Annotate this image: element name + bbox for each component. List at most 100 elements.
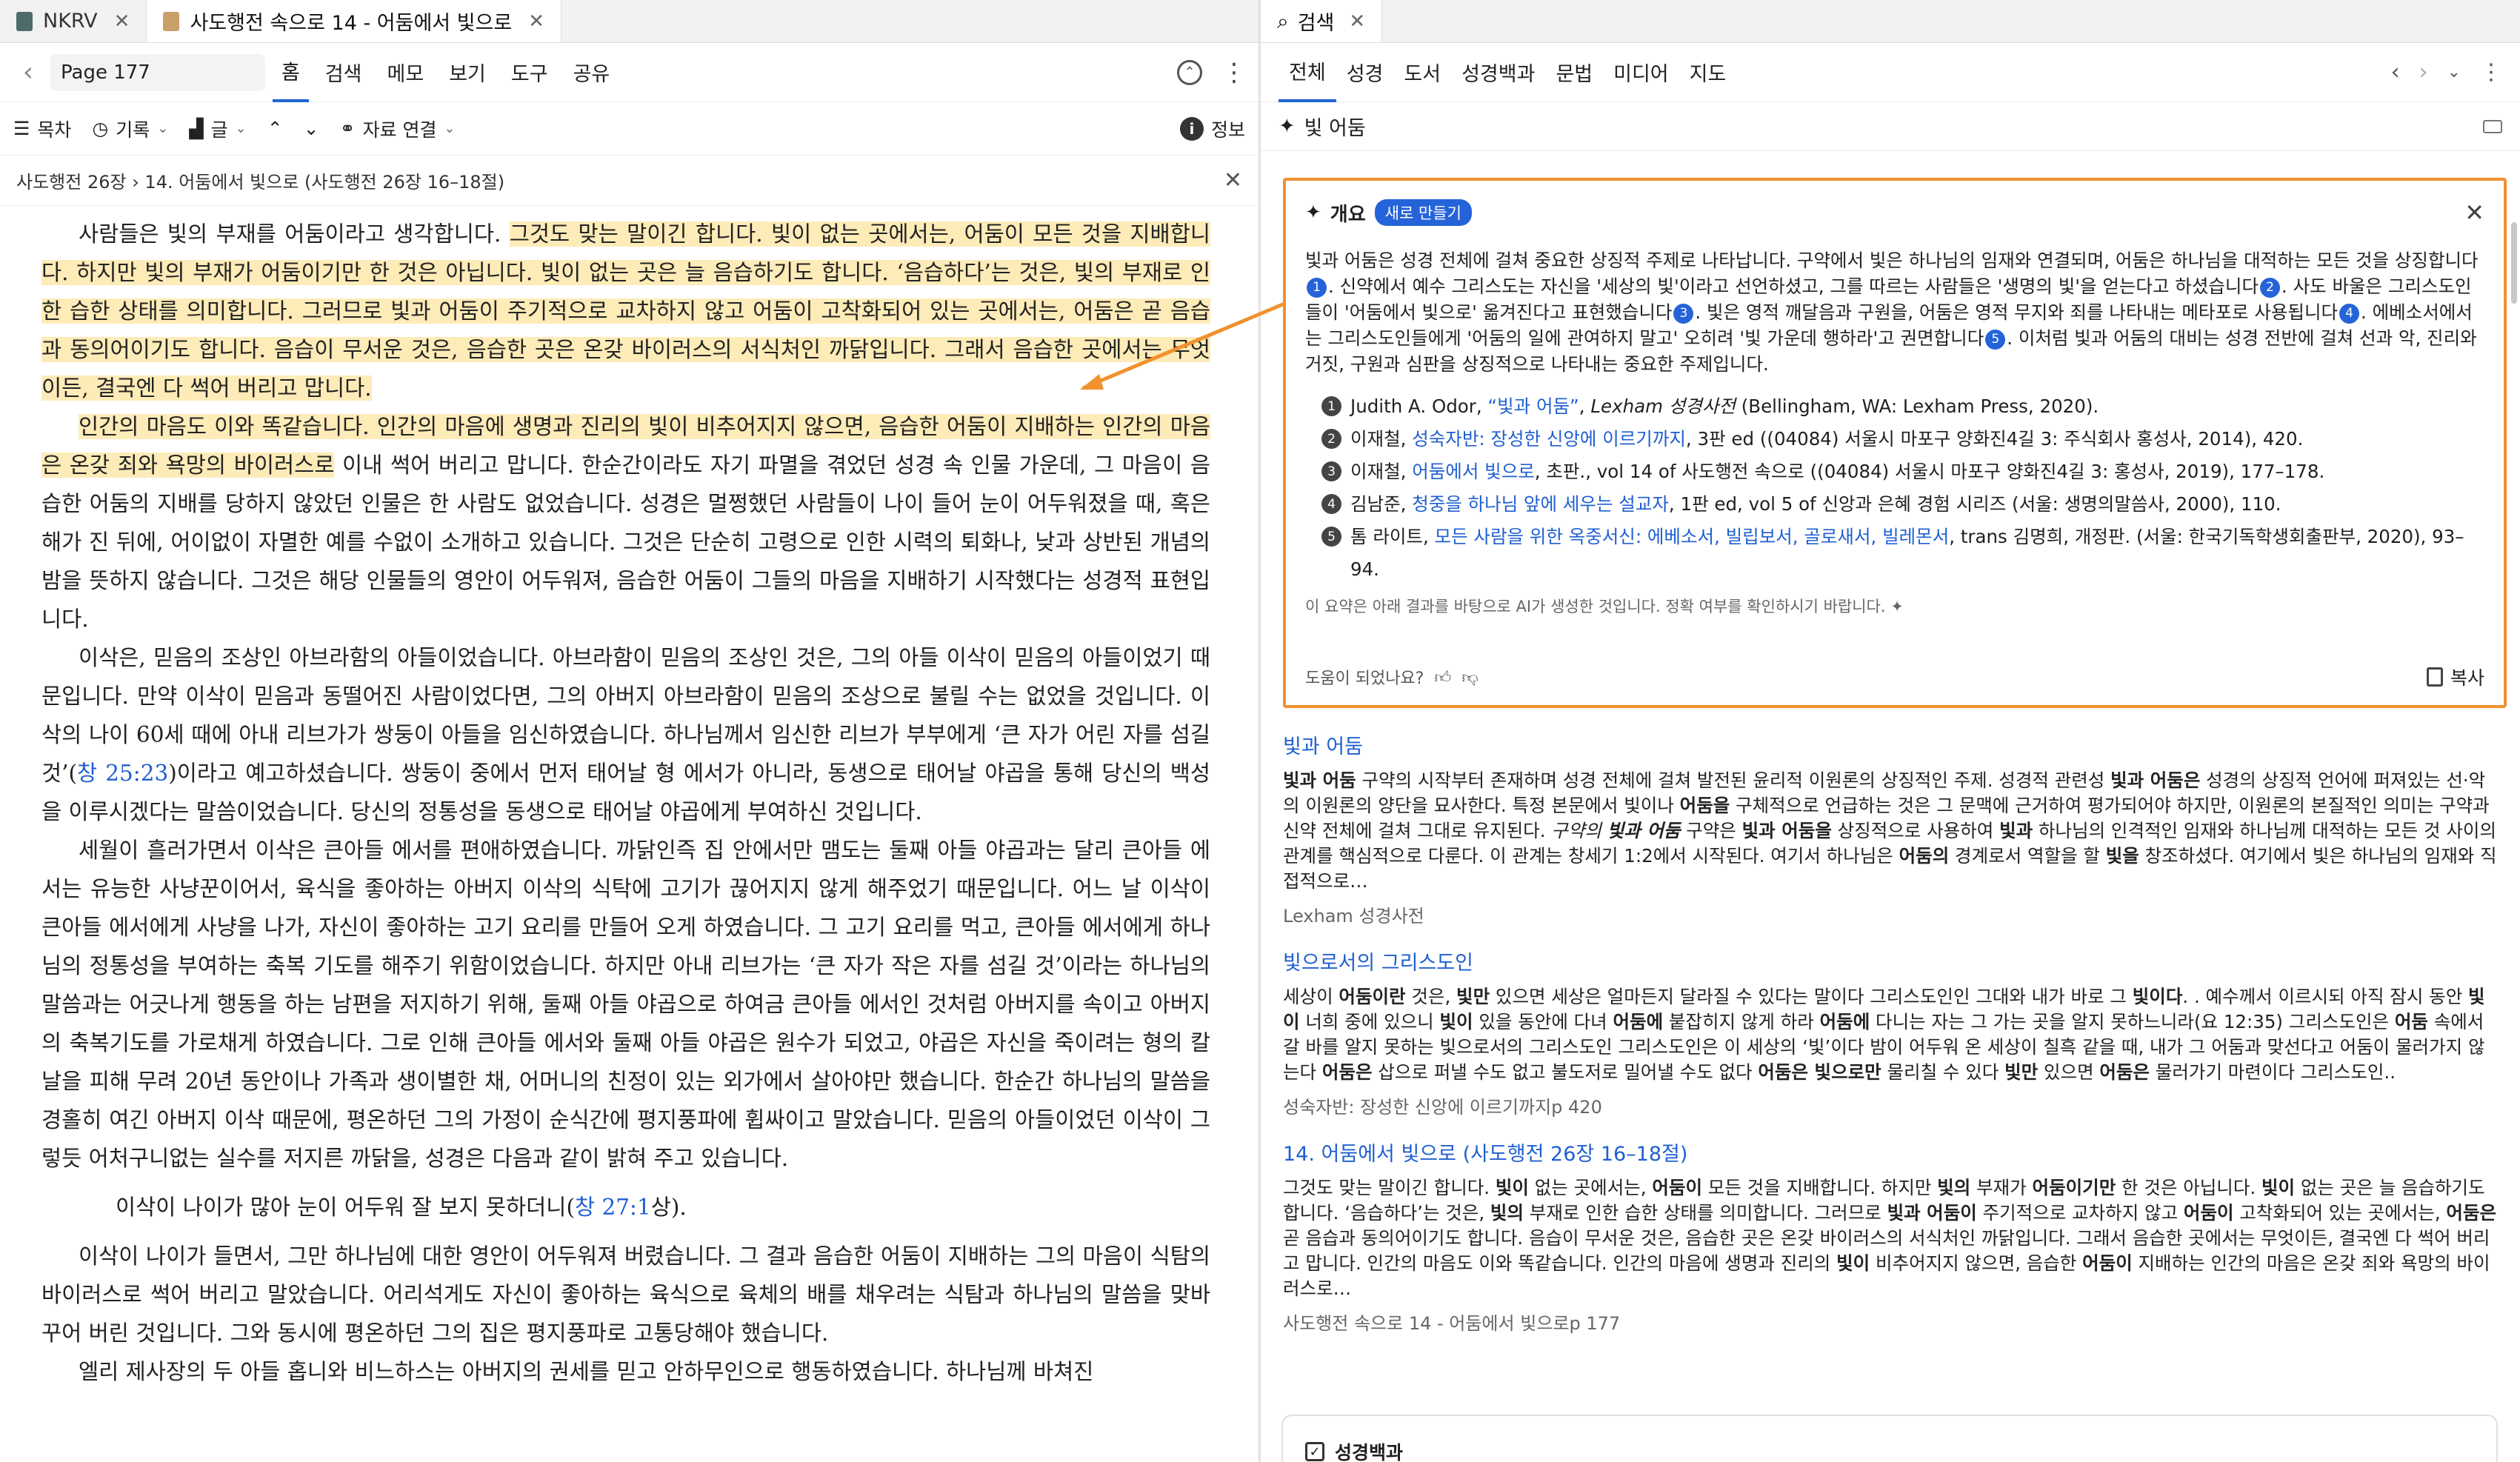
close-icon[interactable]: ✕ <box>114 10 130 33</box>
keyboard-icon[interactable] <box>2483 119 2502 133</box>
reference-link[interactable]: 성숙자반: 장성한 신앙에 이르기까지 <box>1412 428 1686 450</box>
result-title[interactable]: 빛과 어둠 <box>1283 730 2498 759</box>
copy-button[interactable]: 복사 <box>2426 664 2484 690</box>
encyclopedia-section[interactable]: ✓ 성경백과 <box>1281 1415 2498 1462</box>
footnote-marker[interactable]: 5 <box>1985 329 2006 350</box>
scripture-quote: 이삭이 나이가 많아 눈이 어두워 잘 보지 못하더니(창 27:1상). <box>41 1188 1210 1226</box>
more-options-icon[interactable]: ⋮ <box>2480 59 2502 85</box>
reference-item: 1 Judith A. Odor, “빛과 어둠”, Lexham 성경사전 (B… <box>1320 390 2484 423</box>
paragraph: 이삭은, 믿음의 조상인 아브라함의 아들이었습니다. 아브라함이 믿음의 조상… <box>41 638 1210 831</box>
prev-up-button[interactable]: ⌃ <box>267 118 283 139</box>
close-icon[interactable]: ✕ <box>1224 167 1242 193</box>
back-arrow-icon[interactable]: ‹ <box>2391 59 2400 85</box>
regenerate-button[interactable]: 새로 만들기 <box>1374 199 1472 226</box>
reference-text: 이재철, 성숙자반: 장성한 신앙에 이르기까지, 3판 ed ((04084)… <box>1350 428 2304 450</box>
menu-view[interactable]: 보기 <box>440 43 495 102</box>
page-input[interactable]: Page 177 <box>50 53 265 91</box>
menu-home[interactable]: 홈 <box>273 43 309 102</box>
thumbs-up-icon[interactable]: 👍︎ <box>1434 667 1451 687</box>
highlighted-text[interactable]: 그것도 맞는 말이긴 합니다. 빛이 없는 곳에서는, 어둠이 모든 것을 지배… <box>41 221 1210 401</box>
footnote-marker[interactable]: 3 <box>1673 303 1694 324</box>
tab-book[interactable]: 사도행전 속으로 14 - 어둠에서 빛으로 ✕ <box>147 0 562 42</box>
paragraph: 엘리 제사장의 두 아들 홉니와 비느하스는 아버지의 권세를 믿고 안하무인으… <box>79 1359 1094 1384</box>
close-icon[interactable]: ✕ <box>528 10 544 33</box>
search-results: 빛과 어둠빛과 어둠 구약의 시작부터 존재하며 성경 전체에 걸쳐 발전된 윤… <box>1283 730 2498 1354</box>
reader-pane: NKRV ✕ 사도행전 속으로 14 - 어둠에서 빛으로 ✕ ‹ Page 1… <box>0 0 1259 1462</box>
text-label: 글 <box>210 119 228 141</box>
summary-text: 빛과 어둠은 성경 전체에 걸쳐 중요한 상징적 주제로 나타납니다. 구약에서… <box>1305 247 2484 377</box>
scripture-link[interactable]: 창 25:23 <box>77 761 168 786</box>
next-down-button[interactable]: ⌄ <box>304 118 319 139</box>
scrollbar[interactable] <box>2511 222 2517 304</box>
tab-grammar[interactable]: 문법 <box>1545 43 1603 102</box>
reference-item: 4 김남준, 청중을 하나님 앞에 세우는 설교자, 1판 ed, vol 5 o… <box>1320 488 2484 521</box>
summary-sentence: . 빛은 영적 깨달음과 구원을, 어둠은 영적 무지와 죄를 나타내는 메타포… <box>1695 301 2339 323</box>
reference-link[interactable]: 청중을 하나님 앞에 세우는 설교자 <box>1412 493 1669 515</box>
checkbox-icon[interactable]: ✓ <box>1305 1442 1324 1461</box>
text-button[interactable]: ▟ 글 ⌄ <box>189 116 246 142</box>
info-icon: i <box>1179 116 1204 141</box>
menu-search[interactable]: 검색 <box>316 43 371 102</box>
left-tab-bar: NKRV ✕ 사도행전 속으로 14 - 어둠에서 빛으로 ✕ <box>0 0 1259 43</box>
resource-link-button[interactable]: ⚭ 자료 연결 ⌄ <box>340 116 456 142</box>
tab-maps[interactable]: 지도 <box>1679 43 1737 102</box>
tab-label: NKRV <box>43 10 98 33</box>
reference-link[interactable]: 어둠에서 빛으로 <box>1412 461 1535 482</box>
ai-note-text: 이 요약은 아래 결과를 바탕으로 AI가 생성한 것입니다. 정확 여부를 확… <box>1305 598 1886 615</box>
close-icon[interactable]: ✕ <box>1349 10 1365 33</box>
tab-search[interactable]: ⌕ 검색 ✕ <box>1261 0 1383 42</box>
result-title[interactable]: 빛으로서의 그리스도인 <box>1283 947 2498 975</box>
copy-label: 복사 <box>2450 667 2484 689</box>
scrollbar[interactable] <box>1250 215 1254 1444</box>
thumbs-down-icon[interactable]: 👎︎ <box>1461 667 1478 687</box>
menu-share[interactable]: 공유 <box>564 43 619 102</box>
search-result: 빛과 어둠빛과 어둠 구약의 시작부터 존재하며 성경 전체에 걸쳐 발전된 윤… <box>1283 730 2498 927</box>
history-clock-icon: ◷ <box>92 118 109 139</box>
sparkle-icon: ✦ <box>1890 598 1904 615</box>
menu-notes[interactable]: 메모 <box>379 43 433 102</box>
reading-text: 사람들은 빛의 부재를 어둠이라고 생각합니다. 그것도 맞는 말이긴 합니다.… <box>0 207 1252 1462</box>
footnote-marker[interactable]: 4 <box>2339 303 2360 324</box>
reference-text: Judith A. Odor, “빛과 어둠”, Lexham 성경사전 (Be… <box>1350 395 2099 417</box>
reader-toolbar: ‹ Page 177 홈 검색 메모 보기 도구 공유 ⌃ ⋮ <box>0 43 1259 102</box>
back-arrow-icon[interactable]: ‹ <box>13 57 43 87</box>
text-run: 사람들은 빛의 부재를 어둠이라고 생각합니다. <box>79 221 510 247</box>
breadcrumb-text[interactable]: 사도행전 26장 › 14. 어둠에서 빛으로 (사도행전 26장 16–18절… <box>16 167 504 193</box>
book-cover-icon <box>163 11 180 31</box>
close-icon[interactable]: ✕ <box>2464 198 2484 227</box>
more-options-icon[interactable]: ⋮ <box>1221 58 1247 87</box>
result-source[interactable]: Lexham 성경사전 <box>1283 901 2498 927</box>
chevron-down-icon[interactable]: ⌄ <box>2447 63 2461 81</box>
scripture-link[interactable]: 창 27:1 <box>575 1195 651 1220</box>
footnote-marker[interactable]: 1 <box>1307 277 1327 298</box>
reference-link[interactable]: “빛과 어둠” <box>1487 395 1579 417</box>
copy-icon <box>2426 667 2443 687</box>
forward-arrow-icon[interactable]: › <box>2419 59 2428 85</box>
reference-link[interactable]: 모든 사람을 위한 옥중서신: 에베소서, 빌립보서, 골로새서, 빌레몬서 <box>1435 526 1950 547</box>
toc-button[interactable]: ☰ 목차 <box>13 116 71 142</box>
chevron-down-icon: ⌄ <box>157 121 169 136</box>
result-source[interactable]: 사도행전 속으로 14 - 어둠에서 빛으로p 177 <box>1283 1309 2498 1335</box>
tab-nkrv[interactable]: NKRV ✕ <box>0 0 147 42</box>
result-snippet: 빛과 어둠 구약의 시작부터 존재하며 성경 전체에 걸쳐 발전된 윤리적 이원… <box>1283 770 2497 892</box>
tab-books[interactable]: 도서 <box>1393 43 1451 102</box>
history-button[interactable]: ◷ 기록 ⌄ <box>92 116 168 142</box>
menu-tools[interactable]: 도구 <box>502 43 557 102</box>
text-run: 상). <box>650 1195 687 1220</box>
tab-all[interactable]: 전체 <box>1279 43 1336 102</box>
result-snippet: 세상이 어둠이란 것은, 빛만 있으면 세상은 얼마든지 달라질 수 있다는 말… <box>1283 986 2485 1083</box>
right-tab-bar: ⌕ 검색 ✕ <box>1261 0 2520 43</box>
footnote-marker[interactable]: 2 <box>2260 277 2281 298</box>
tab-bible[interactable]: 성경 <box>1336 43 1394 102</box>
collapse-icon[interactable]: ⌃ <box>1177 59 1202 85</box>
result-title[interactable]: 14. 어둠에서 빛으로 (사도행전 26장 16–18절) <box>1283 1138 2498 1166</box>
reference-item: 5 톰 라이트, 모든 사람을 위한 옥중서신: 에베소서, 빌립보서, 골로새서… <box>1320 521 2484 586</box>
result-source[interactable]: 성숙자반: 장성한 신앙에 이르기까지p 420 <box>1283 1092 2498 1118</box>
tab-encyclopedia[interactable]: 성경백과 <box>1451 43 1545 102</box>
info-button[interactable]: i 정보 <box>1179 116 1245 142</box>
text-run: 이내 썩어 버리고 맙니다. 한순간이라도 자기 파멸을 겪었던 성경 속 인물… <box>41 453 1210 632</box>
text-run: )이라고 예고하셨습니다. 쌍둥이 중에서 먼저 태어날 형 에서가 아니라, … <box>41 761 1210 824</box>
search-input[interactable]: 빛 어둠 <box>1304 112 1366 141</box>
tab-media[interactable]: 미디어 <box>1603 43 1679 102</box>
search-query-bar[interactable]: ✦ 빛 어둠 <box>1261 102 2520 151</box>
